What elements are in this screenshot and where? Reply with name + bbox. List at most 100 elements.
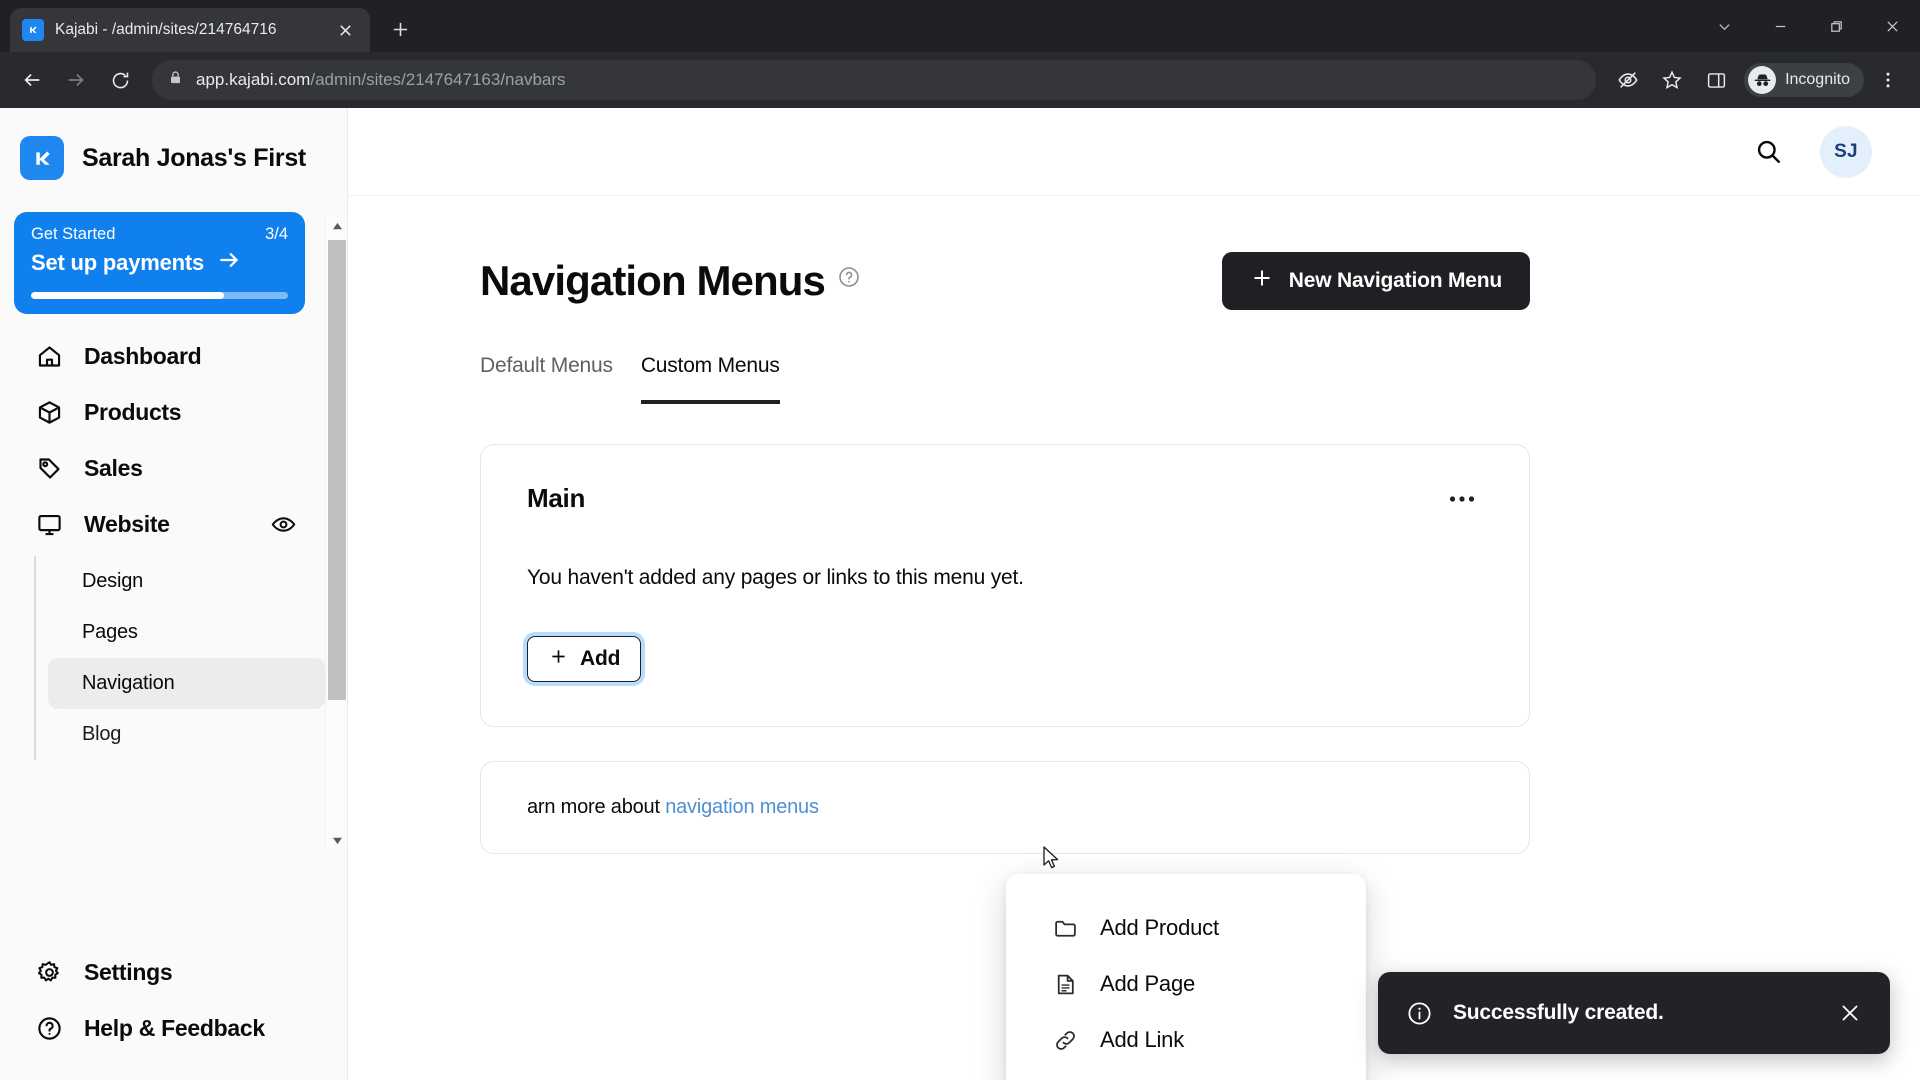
plus-icon [548, 646, 569, 673]
close-icon[interactable] [332, 17, 358, 43]
sidebar-bottom: Settings Help & Feedback [0, 944, 347, 1080]
help-circle-icon[interactable] [837, 265, 861, 289]
star-icon[interactable] [1652, 60, 1692, 100]
get-started-progress-bar [31, 292, 288, 299]
sidebar-item-label: Website [84, 510, 170, 537]
incognito-label: Incognito [1785, 71, 1850, 88]
sidebar-scrollbar-thumb[interactable] [328, 240, 346, 700]
menu-item-add-product[interactable]: Add Product [1006, 900, 1366, 956]
minimize-icon[interactable] [1752, 0, 1808, 52]
sidebar-item-help-feedback[interactable]: Help & Feedback [14, 1000, 333, 1056]
new-tab-button[interactable] [380, 9, 420, 49]
sidebar-item-label: Products [84, 398, 182, 425]
brand-name: Sarah Jonas's First [82, 143, 306, 172]
add-button[interactable]: Add [527, 636, 642, 682]
chevron-down-icon[interactable] [1696, 0, 1752, 52]
menu-item-label: Add Page [1100, 971, 1196, 996]
menu-item-label: Add Product [1100, 915, 1219, 940]
forward-arrow-icon[interactable] [56, 60, 96, 100]
menu-card-title: Main [527, 483, 586, 513]
browser-toolbar: app.kajabi.com/admin/sites/2147647163/na… [0, 52, 1920, 108]
get-started-progress-fill [31, 292, 224, 299]
info-circle-icon [1406, 1000, 1433, 1027]
scroll-up-arrow-icon[interactable] [326, 216, 348, 236]
tab-default-menus[interactable]: Default Menus [480, 354, 613, 404]
reload-icon[interactable] [100, 60, 140, 100]
tab-custom-menus[interactable]: Custom Menus [640, 354, 780, 404]
three-dots-horizontal-icon[interactable] [1441, 487, 1483, 511]
add-dropdown-menu: Add Product Add Page Add Link [1006, 874, 1366, 1080]
toast-notification: Successfully created. [1378, 972, 1890, 1054]
new-navigation-menu-label: New Navigation Menu [1288, 269, 1502, 292]
kajabi-logo-icon [20, 136, 64, 180]
browser-tab-title: Kajabi - /admin/sites/214764716 [55, 21, 277, 38]
home-icon [34, 341, 64, 371]
add-button-label: Add [580, 647, 621, 670]
menu-empty-text: You haven't added any pages or links to … [527, 566, 1024, 589]
add-button-wrapper: Add [527, 636, 642, 682]
get-started-count: 3/4 [265, 225, 288, 243]
menu-item-add-link[interactable]: Add Link [1006, 1012, 1366, 1068]
sidebar-item-sales[interactable]: Sales [14, 440, 311, 496]
close-icon[interactable] [1864, 0, 1920, 52]
browser-chrome: Kajabi - /admin/sites/214764716 app.kaja… [0, 0, 1920, 108]
menu-card-header: Main [527, 483, 1483, 514]
page-header: Navigation Menus New Navigation Menu [480, 252, 1530, 310]
avatar[interactable]: SJ [1820, 125, 1872, 178]
menu-card: Main You haven't added any pages or link… [480, 444, 1530, 727]
sidebar: Sarah Jonas's First Get Started 3/4 Set … [0, 108, 348, 1080]
three-dots-vertical-icon[interactable] [1868, 60, 1908, 100]
eye-off-icon[interactable] [1608, 60, 1648, 100]
link-icon [1052, 1027, 1078, 1053]
sidebar-item-navigation[interactable]: Navigation [48, 658, 325, 709]
side-panel-icon[interactable] [1696, 60, 1736, 100]
sidebar-item-design[interactable]: Design [48, 556, 325, 607]
main-content: SJ Navigation Menus New Navigation Menu … [348, 108, 1920, 1080]
toast-message: Successfully created. [1453, 1001, 1664, 1024]
content-inner: Navigation Menus New Navigation Menu Def… [480, 252, 1530, 854]
page-tabs: Default Menus Custom Menus [480, 354, 1530, 404]
sidebar-scroll-region: Get Started 3/4 Set up payments Dashboar… [0, 200, 347, 944]
get-started-label: Get Started [31, 225, 116, 243]
close-icon[interactable] [1838, 1001, 1862, 1025]
url-host: app.kajabi.com [196, 70, 311, 89]
document-icon [1052, 971, 1078, 997]
sidebar-item-pages[interactable]: Pages [48, 607, 325, 658]
incognito-indicator[interactable]: Incognito [1744, 63, 1864, 97]
menu-item-add-page[interactable]: Add Page [1006, 956, 1366, 1012]
back-arrow-icon[interactable] [12, 60, 52, 100]
sidebar-scrollbar[interactable] [325, 216, 347, 850]
navigation-menus-link[interactable]: navigation menus [665, 796, 819, 818]
monitor-icon [34, 509, 64, 539]
sidebar-item-dashboard[interactable]: Dashboard [14, 328, 311, 384]
get-started-action[interactable]: Set up payments [31, 247, 288, 278]
page-title-group: Navigation Menus [480, 257, 861, 305]
search-icon[interactable] [1750, 134, 1786, 170]
sidebar-item-blog[interactable]: Blog [48, 709, 325, 760]
eye-icon[interactable] [270, 511, 297, 538]
folder-icon [1052, 915, 1078, 941]
kajabi-logo-icon [22, 19, 44, 41]
sidebar-item-label: Sales [84, 454, 143, 481]
sidebar-item-label: Help & Feedback [84, 1014, 265, 1041]
app-topbar: SJ [348, 108, 1920, 196]
sidebar-item-settings[interactable]: Settings [14, 944, 333, 1000]
scroll-down-arrow-icon[interactable] [326, 830, 348, 850]
brand-header[interactable]: Sarah Jonas's First [0, 108, 347, 200]
help-circle-icon [34, 1013, 64, 1043]
get-started-header: Get Started 3/4 [31, 225, 288, 244]
address-bar[interactable]: app.kajabi.com/admin/sites/2147647163/na… [152, 60, 1597, 100]
window-controls [1696, 0, 1920, 52]
sidebar-item-website[interactable]: Website [14, 496, 311, 552]
restore-icon[interactable] [1808, 0, 1864, 52]
incognito-icon [1748, 66, 1777, 94]
sidebar-item-products[interactable]: Products [14, 384, 311, 440]
get-started-card[interactable]: Get Started 3/4 Set up payments [14, 212, 305, 314]
lock-icon [168, 70, 183, 90]
sidebar-item-label: Dashboard [84, 342, 202, 369]
browser-tab[interactable]: Kajabi - /admin/sites/214764716 [10, 8, 370, 52]
get-started-action-label: Set up payments [31, 249, 205, 275]
box-icon [34, 397, 64, 427]
new-navigation-menu-button[interactable]: New Navigation Menu [1221, 252, 1530, 310]
address-bar-text: app.kajabi.com/admin/sites/2147647163/na… [196, 70, 566, 90]
